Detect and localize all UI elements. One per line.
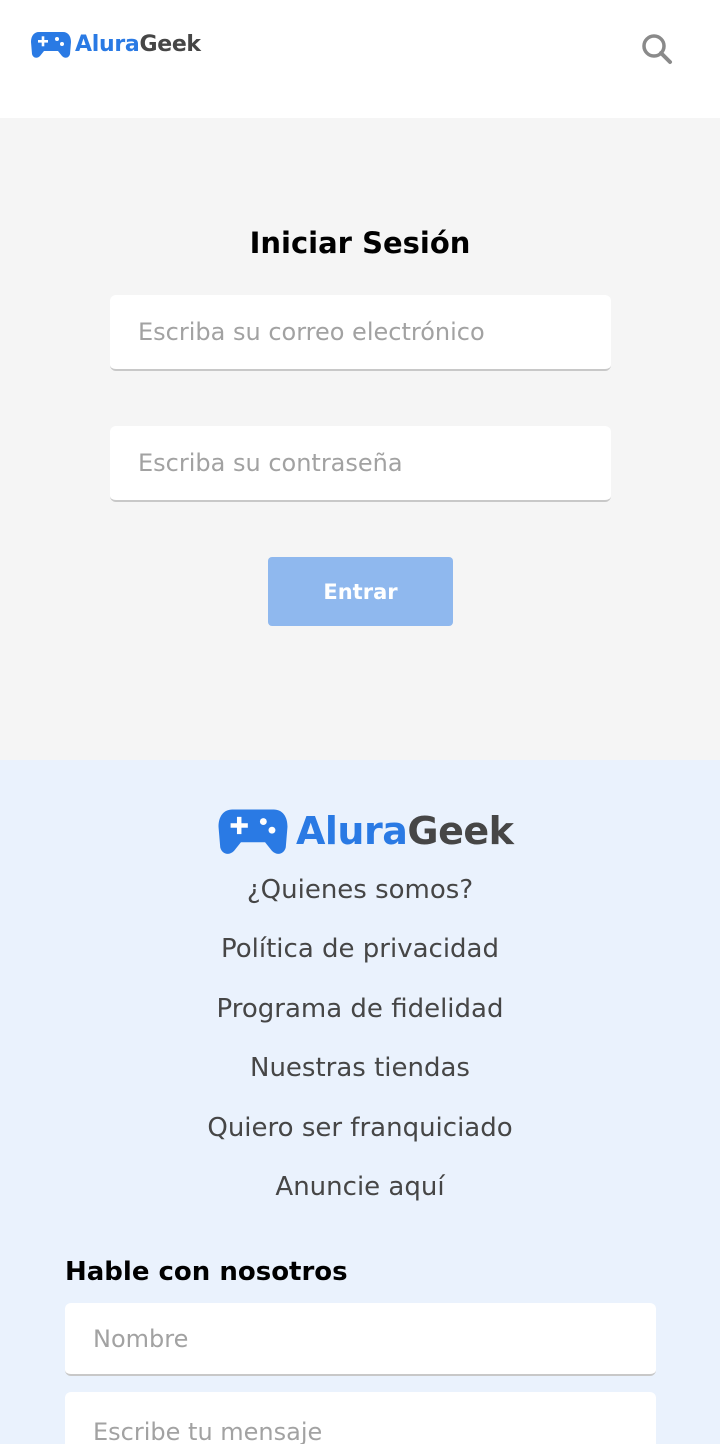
footer-link-item: Política de privacidad bbox=[0, 929, 720, 988]
footer-link-franchise[interactable]: Quiero ser franquiciado bbox=[207, 1113, 512, 1143]
contact-title: Hable con nosotros bbox=[65, 1257, 348, 1287]
footer-link-item: Programa de fidelidad bbox=[0, 989, 720, 1048]
gamepad-icon bbox=[218, 809, 288, 854]
search-button[interactable] bbox=[638, 30, 676, 68]
login-section: Iniciar Sesión Entrar bbox=[0, 118, 720, 760]
footer-link-about[interactable]: ¿Quienes somos? bbox=[247, 875, 473, 905]
logo-wordmark: AluraGeek bbox=[296, 809, 514, 853]
login-submit-button[interactable]: Entrar bbox=[268, 557, 453, 626]
site-footer: AluraGeek ¿Quienes somos? Política de pr… bbox=[0, 760, 720, 1444]
footer-logo[interactable]: AluraGeek bbox=[218, 806, 514, 856]
gamepad-icon bbox=[31, 32, 71, 58]
site-header: AluraGeek bbox=[0, 0, 720, 118]
footer-link-item: Quiero ser franquiciado bbox=[0, 1108, 720, 1167]
password-field[interactable] bbox=[110, 426, 611, 502]
login-title: Iniciar Sesión bbox=[249, 226, 471, 260]
search-icon bbox=[642, 34, 672, 64]
footer-link-privacy[interactable]: Política de privacidad bbox=[221, 934, 499, 964]
footer-link-advertise[interactable]: Anuncie aquí bbox=[275, 1172, 444, 1202]
footer-link-item: Anuncie aquí bbox=[0, 1167, 720, 1226]
contact-message-field[interactable] bbox=[65, 1392, 656, 1444]
logo-wordmark: AluraGeek bbox=[75, 32, 201, 57]
header-logo[interactable]: AluraGeek bbox=[31, 30, 201, 59]
footer-link-item: Nuestras tiendas bbox=[0, 1048, 720, 1107]
footer-links: ¿Quienes somos? Política de privacidad P… bbox=[0, 870, 720, 1226]
footer-link-stores[interactable]: Nuestras tiendas bbox=[250, 1053, 470, 1083]
footer-link-item: ¿Quienes somos? bbox=[0, 870, 720, 929]
footer-link-loyalty[interactable]: Programa de fidelidad bbox=[217, 994, 504, 1024]
contact-name-field[interactable] bbox=[65, 1303, 656, 1376]
email-field[interactable] bbox=[110, 295, 611, 371]
